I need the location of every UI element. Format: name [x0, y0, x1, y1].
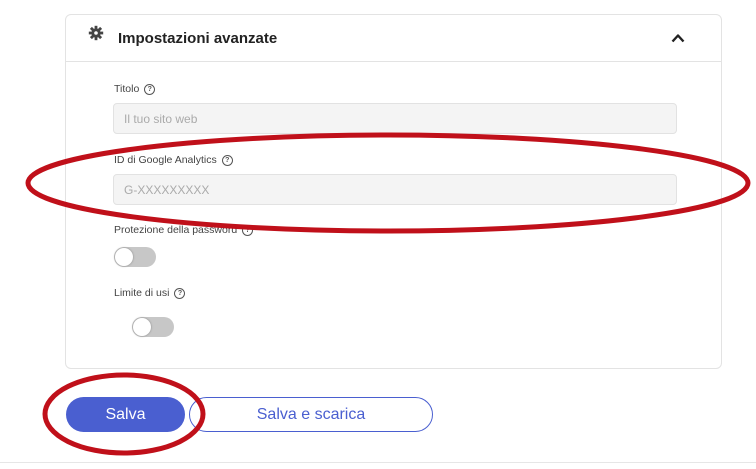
usage-limit-field-label: Limite di usi ? — [114, 287, 186, 299]
help-icon[interactable]: ? — [221, 154, 233, 166]
title-field-label: Titolo ? — [114, 83, 156, 95]
save-and-download-button[interactable]: Salva e scarica — [189, 397, 433, 432]
password-field-label: Protezione della password ? — [114, 224, 254, 236]
save-button[interactable]: Salva — [66, 397, 185, 432]
analytics-field-label: ID di Google Analytics ? — [114, 154, 233, 166]
gear-icon — [88, 25, 104, 41]
password-protection-toggle[interactable] — [114, 247, 156, 267]
title-input[interactable] — [113, 103, 677, 134]
toggle-knob — [133, 318, 151, 336]
divider — [0, 462, 756, 463]
advanced-settings-panel: Impostazioni avanzate Titolo ? ID di Goo… — [65, 14, 722, 369]
help-icon[interactable]: ? — [174, 287, 186, 299]
help-icon[interactable]: ? — [144, 83, 156, 95]
advanced-settings-title: Impostazioni avanzate — [118, 30, 278, 47]
help-icon[interactable]: ? — [242, 224, 254, 236]
analytics-id-input[interactable] — [113, 174, 677, 205]
usage-limit-toggle[interactable] — [132, 317, 174, 337]
usage-limit-label-text: Limite di usi — [114, 287, 170, 299]
title-label-text: Titolo — [114, 83, 140, 95]
analytics-label-text: ID di Google Analytics — [114, 154, 217, 166]
password-label-text: Protezione della password — [114, 224, 238, 236]
advanced-settings-header[interactable]: Impostazioni avanzate — [66, 15, 721, 62]
chevron-up-icon[interactable] — [671, 33, 685, 43]
toggle-knob — [115, 248, 133, 266]
